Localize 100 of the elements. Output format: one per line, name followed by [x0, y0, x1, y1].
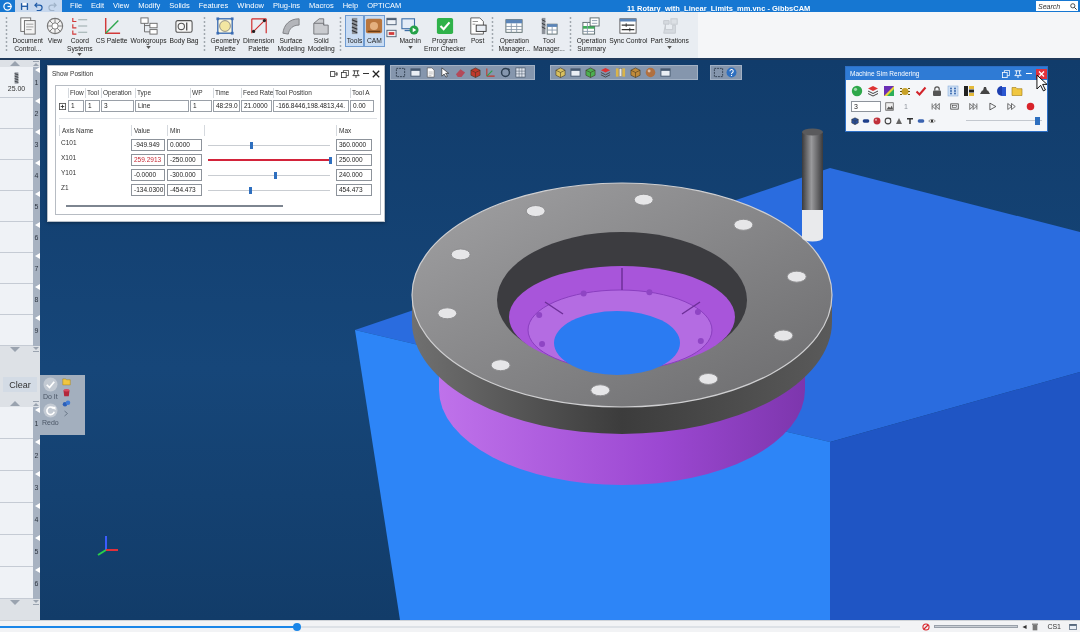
- check-icon[interactable]: [915, 85, 927, 97]
- undo-icon[interactable]: [34, 1, 43, 11]
- search-icon[interactable]: [1069, 2, 1077, 10]
- bolt-hole: [437, 307, 458, 320]
- slider-track[interactable]: [208, 156, 330, 164]
- bolt-hole: [733, 218, 754, 231]
- no-entry-icon[interactable]: [922, 622, 931, 631]
- slider-thumb[interactable]: [328, 156, 332, 164]
- table-icon: [505, 17, 524, 35]
- window-icon[interactable]: [570, 67, 581, 78]
- grip-icon[interactable]: [569, 16, 573, 52]
- viewport[interactable]: [40, 60, 1080, 620]
- sphere-icon[interactable]: [873, 116, 881, 125]
- drill-bit-icon: [351, 17, 359, 35]
- slider-thumb[interactable]: [250, 141, 254, 149]
- panel-icon[interactable]: [385, 29, 397, 38]
- pointer-icon[interactable]: [440, 67, 451, 78]
- skip-forward-icon[interactable]: [969, 101, 978, 111]
- status-slider-track[interactable]: [934, 625, 1019, 628]
- horizontal-scrollbar[interactable]: [66, 205, 283, 207]
- t-shape-icon[interactable]: [906, 116, 914, 125]
- close-icon[interactable]: [1036, 68, 1047, 79]
- solid-block-icon: [312, 17, 331, 35]
- bolt-hole: [590, 384, 611, 397]
- fast-forward-icon[interactable]: [1007, 101, 1016, 111]
- drill-table-icon: [540, 17, 558, 35]
- bolt-hole: [633, 193, 654, 206]
- expand-icon[interactable]: [59, 102, 66, 110]
- circles-icon[interactable]: [61, 399, 71, 408]
- help-icon[interactable]: [726, 67, 737, 78]
- dimension-lines-icon: [249, 17, 268, 35]
- bolt-hole: [490, 359, 511, 372]
- slider-thumb[interactable]: [273, 171, 277, 179]
- ring-icon[interactable]: [884, 116, 892, 125]
- left-arrow-icon[interactable]: [1022, 623, 1028, 630]
- lock-icon[interactable]: [931, 85, 943, 97]
- grid-icon[interactable]: [515, 67, 526, 78]
- bucket-icon[interactable]: [61, 388, 71, 397]
- bolt-hole: [786, 270, 807, 283]
- dock-icon[interactable]: [330, 69, 338, 78]
- tables-icon: [582, 17, 601, 35]
- bug-icon[interactable]: [899, 85, 911, 97]
- slider-thumb[interactable]: [249, 186, 253, 194]
- progress-thumb[interactable]: [293, 622, 301, 631]
- axis-triad-icon: [97, 535, 119, 556]
- triangle-icon[interactable]: [895, 116, 903, 125]
- pill-icon[interactable]: [862, 116, 870, 125]
- check-icon: [435, 17, 454, 35]
- pin-icon[interactable]: [352, 69, 360, 78]
- bin-icon[interactable]: [1031, 622, 1040, 631]
- sphere-icon[interactable]: [645, 67, 656, 78]
- grip-icon[interactable]: [203, 16, 207, 52]
- play-icon[interactable]: [988, 101, 997, 111]
- layers-icon[interactable]: [600, 67, 611, 78]
- clear-button[interactable]: Clear: [3, 377, 37, 392]
- axis-list-icon: [70, 17, 89, 35]
- frame-icon[interactable]: [950, 101, 959, 111]
- save-icon[interactable]: [20, 1, 29, 11]
- check-circle-icon: [42, 377, 58, 392]
- monitor-play-icon: [401, 17, 420, 35]
- dot-grid-icon[interactable]: [947, 85, 959, 97]
- window-icon[interactable]: [410, 67, 421, 78]
- half-disc-icon[interactable]: [995, 85, 1007, 97]
- documents-icon: [18, 17, 37, 35]
- sphere-icon[interactable]: [851, 85, 863, 97]
- pyramid-icon[interactable]: [979, 85, 991, 97]
- grip-icon[interactable]: [491, 16, 495, 52]
- window-icon[interactable]: [660, 67, 671, 78]
- columns-icon[interactable]: [615, 67, 626, 78]
- minimize-icon[interactable]: [363, 72, 369, 75]
- record-icon[interactable]: [1026, 101, 1035, 111]
- disc-tile-icon: [365, 17, 384, 35]
- document-icon[interactable]: [425, 67, 436, 78]
- bolt-hole: [698, 372, 719, 385]
- circle-in-square-icon: [216, 17, 235, 35]
- grip-icon[interactable]: [5, 16, 8, 52]
- restore-icon[interactable]: [341, 69, 349, 78]
- compass-icon: [46, 17, 64, 35]
- app-logo-icon[interactable]: [3, 1, 12, 11]
- stripes-icon[interactable]: [963, 85, 975, 97]
- zoom-box-icon[interactable]: [713, 67, 724, 78]
- window-icon[interactable]: [1069, 622, 1077, 631]
- bolt-hole: [525, 205, 546, 218]
- selection-box-icon[interactable]: [395, 67, 406, 78]
- bolt-hole: [450, 248, 471, 261]
- folder-icon[interactable]: [1011, 85, 1023, 97]
- close-icon[interactable]: [372, 69, 380, 78]
- skip-back-icon[interactable]: [931, 101, 940, 111]
- window-icon[interactable]: [385, 17, 397, 26]
- axes-icon: [102, 17, 121, 35]
- mouse-cursor-icon: [1036, 74, 1048, 92]
- grip-icon[interactable]: [339, 16, 343, 52]
- layers-icon[interactable]: [867, 85, 879, 97]
- eye-icon[interactable]: [928, 116, 936, 125]
- blocks-icon: [660, 17, 679, 35]
- bolt-hole: [773, 329, 794, 342]
- color-map-icon[interactable]: [883, 85, 895, 97]
- slider-thumb[interactable]: [1034, 116, 1040, 125]
- cube-icon[interactable]: [851, 116, 859, 125]
- picture-icon[interactable]: [885, 101, 894, 111]
